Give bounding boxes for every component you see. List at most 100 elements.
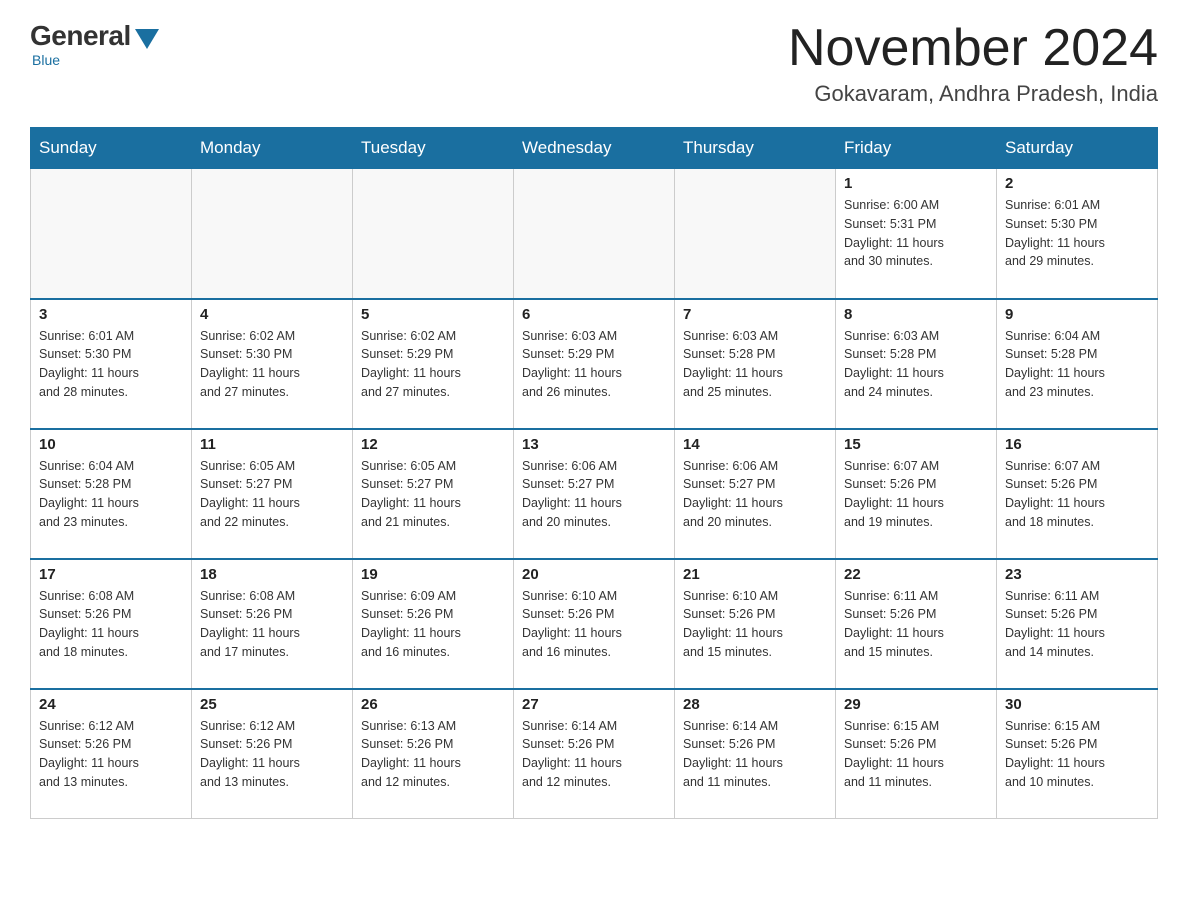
column-header-saturday: Saturday bbox=[997, 128, 1158, 169]
calendar-cell: 10 Sunrise: 6:04 AMSunset: 5:28 PMDayligh… bbox=[31, 429, 192, 559]
calendar-cell: 16 Sunrise: 6:07 AMSunset: 5:26 PMDayligh… bbox=[997, 429, 1158, 559]
column-header-wednesday: Wednesday bbox=[514, 128, 675, 169]
day-info: Sunrise: 6:01 AMSunset: 5:30 PMDaylight:… bbox=[39, 327, 183, 402]
day-info: Sunrise: 6:11 AMSunset: 5:26 PMDaylight:… bbox=[844, 587, 988, 662]
calendar-cell: 22 Sunrise: 6:11 AMSunset: 5:26 PMDayligh… bbox=[836, 559, 997, 689]
day-number: 17 bbox=[39, 566, 183, 583]
calendar-cell: 29 Sunrise: 6:15 AMSunset: 5:26 PMDayligh… bbox=[836, 689, 997, 819]
calendar-cell: 4Sunrise: 6:02 AMSunset: 5:30 PMDaylight… bbox=[192, 299, 353, 429]
day-number: 26 bbox=[361, 696, 505, 713]
calendar-cell: 9 Sunrise: 6:04 AMSunset: 5:28 PMDaylight… bbox=[997, 299, 1158, 429]
calendar-week-row: 10 Sunrise: 6:04 AMSunset: 5:28 PMDayligh… bbox=[31, 429, 1158, 559]
day-number: 30 bbox=[1005, 696, 1149, 713]
day-number: 22 bbox=[844, 566, 988, 583]
calendar-cell: 3 Sunrise: 6:01 AMSunset: 5:30 PMDaylight… bbox=[31, 299, 192, 429]
calendar-cell: 15 Sunrise: 6:07 AMSunset: 5:26 PMDayligh… bbox=[836, 429, 997, 559]
calendar-cell: 26 Sunrise: 6:13 AMSunset: 5:26 PMDayligh… bbox=[353, 689, 514, 819]
calendar-cell: 7 Sunrise: 6:03 AMSunset: 5:28 PMDaylight… bbox=[675, 299, 836, 429]
calendar-cell: 21 Sunrise: 6:10 AMSunset: 5:26 PMDayligh… bbox=[675, 559, 836, 689]
calendar-cell: 24 Sunrise: 6:12 AMSunset: 5:26 PMDayligh… bbox=[31, 689, 192, 819]
day-number: 28 bbox=[683, 696, 827, 713]
day-number: 18 bbox=[200, 566, 344, 583]
location-title: Gokavaram, Andhra Pradesh, India bbox=[788, 81, 1158, 107]
day-number: 7 bbox=[683, 306, 827, 323]
day-number: 8 bbox=[844, 306, 988, 323]
calendar-table: SundayMondayTuesdayWednesdayThursdayFrid… bbox=[30, 127, 1158, 819]
calendar-cell: 2 Sunrise: 6:01 AMSunset: 5:30 PMDaylight… bbox=[997, 169, 1158, 299]
day-info: Sunrise: 6:15 AMSunset: 5:26 PMDaylight:… bbox=[1005, 717, 1149, 792]
day-number: 3 bbox=[39, 306, 183, 323]
calendar-cell bbox=[675, 169, 836, 299]
day-info: Sunrise: 6:01 AMSunset: 5:30 PMDaylight:… bbox=[1005, 196, 1149, 271]
calendar-header-row: SundayMondayTuesdayWednesdayThursdayFrid… bbox=[31, 128, 1158, 169]
calendar-cell bbox=[31, 169, 192, 299]
calendar-cell: 18Sunrise: 6:08 AMSunset: 5:26 PMDayligh… bbox=[192, 559, 353, 689]
day-number: 6 bbox=[522, 306, 666, 323]
calendar-cell: 17Sunrise: 6:08 AMSunset: 5:26 PMDayligh… bbox=[31, 559, 192, 689]
month-title: November 2024 bbox=[788, 20, 1158, 77]
day-number: 15 bbox=[844, 436, 988, 453]
day-info: Sunrise: 6:06 AMSunset: 5:27 PMDaylight:… bbox=[683, 457, 827, 532]
day-number: 24 bbox=[39, 696, 183, 713]
day-info: Sunrise: 6:07 AMSunset: 5:26 PMDaylight:… bbox=[1005, 457, 1149, 532]
calendar-cell: 19Sunrise: 6:09 AMSunset: 5:26 PMDayligh… bbox=[353, 559, 514, 689]
calendar-cell: 13Sunrise: 6:06 AMSunset: 5:27 PMDayligh… bbox=[514, 429, 675, 559]
calendar-cell: 1Sunrise: 6:00 AMSunset: 5:31 PMDaylight… bbox=[836, 169, 997, 299]
calendar-week-row: 1Sunrise: 6:00 AMSunset: 5:31 PMDaylight… bbox=[31, 169, 1158, 299]
column-header-monday: Monday bbox=[192, 128, 353, 169]
day-info: Sunrise: 6:13 AMSunset: 5:26 PMDaylight:… bbox=[361, 717, 505, 792]
day-info: Sunrise: 6:12 AMSunset: 5:26 PMDaylight:… bbox=[200, 717, 344, 792]
title-area: November 2024 Gokavaram, Andhra Pradesh,… bbox=[788, 20, 1158, 107]
calendar-cell: 14 Sunrise: 6:06 AMSunset: 5:27 PMDayligh… bbox=[675, 429, 836, 559]
calendar-cell: 25 Sunrise: 6:12 AMSunset: 5:26 PMDayligh… bbox=[192, 689, 353, 819]
column-header-friday: Friday bbox=[836, 128, 997, 169]
day-info: Sunrise: 6:00 AMSunset: 5:31 PMDaylight:… bbox=[844, 196, 988, 271]
day-number: 2 bbox=[1005, 175, 1149, 192]
logo-general-text: General bbox=[30, 20, 131, 52]
logo-triangle-icon bbox=[135, 29, 159, 49]
day-info: Sunrise: 6:03 AMSunset: 5:28 PMDaylight:… bbox=[683, 327, 827, 402]
calendar-cell: 8 Sunrise: 6:03 AMSunset: 5:28 PMDaylight… bbox=[836, 299, 997, 429]
day-info: Sunrise: 6:15 AMSunset: 5:26 PMDaylight:… bbox=[844, 717, 988, 792]
calendar-cell: 20Sunrise: 6:10 AMSunset: 5:26 PMDayligh… bbox=[514, 559, 675, 689]
day-number: 5 bbox=[361, 306, 505, 323]
day-info: Sunrise: 6:12 AMSunset: 5:26 PMDaylight:… bbox=[39, 717, 183, 792]
calendar-cell: 6 Sunrise: 6:03 AMSunset: 5:29 PMDaylight… bbox=[514, 299, 675, 429]
day-number: 16 bbox=[1005, 436, 1149, 453]
calendar-cell: 30 Sunrise: 6:15 AMSunset: 5:26 PMDayligh… bbox=[997, 689, 1158, 819]
calendar-cell: 11Sunrise: 6:05 AMSunset: 5:27 PMDayligh… bbox=[192, 429, 353, 559]
calendar-cell bbox=[192, 169, 353, 299]
day-info: Sunrise: 6:10 AMSunset: 5:26 PMDaylight:… bbox=[522, 587, 666, 662]
calendar-cell: 12Sunrise: 6:05 AMSunset: 5:27 PMDayligh… bbox=[353, 429, 514, 559]
day-info: Sunrise: 6:02 AMSunset: 5:29 PMDaylight:… bbox=[361, 327, 505, 402]
day-info: Sunrise: 6:04 AMSunset: 5:28 PMDaylight:… bbox=[39, 457, 183, 532]
calendar-week-row: 3 Sunrise: 6:01 AMSunset: 5:30 PMDaylight… bbox=[31, 299, 1158, 429]
day-number: 21 bbox=[683, 566, 827, 583]
day-number: 29 bbox=[844, 696, 988, 713]
calendar-week-row: 17Sunrise: 6:08 AMSunset: 5:26 PMDayligh… bbox=[31, 559, 1158, 689]
day-number: 4 bbox=[200, 306, 344, 323]
day-info: Sunrise: 6:07 AMSunset: 5:26 PMDaylight:… bbox=[844, 457, 988, 532]
calendar-cell: 23Sunrise: 6:11 AMSunset: 5:26 PMDayligh… bbox=[997, 559, 1158, 689]
calendar-week-row: 24 Sunrise: 6:12 AMSunset: 5:26 PMDayligh… bbox=[31, 689, 1158, 819]
day-number: 25 bbox=[200, 696, 344, 713]
day-number: 27 bbox=[522, 696, 666, 713]
calendar-cell: 27 Sunrise: 6:14 AMSunset: 5:26 PMDayligh… bbox=[514, 689, 675, 819]
logo: General Blue bbox=[30, 20, 159, 68]
day-info: Sunrise: 6:06 AMSunset: 5:27 PMDaylight:… bbox=[522, 457, 666, 532]
day-info: Sunrise: 6:10 AMSunset: 5:26 PMDaylight:… bbox=[683, 587, 827, 662]
column-header-tuesday: Tuesday bbox=[353, 128, 514, 169]
day-info: Sunrise: 6:14 AMSunset: 5:26 PMDaylight:… bbox=[522, 717, 666, 792]
day-number: 10 bbox=[39, 436, 183, 453]
day-info: Sunrise: 6:03 AMSunset: 5:29 PMDaylight:… bbox=[522, 327, 666, 402]
day-number: 14 bbox=[683, 436, 827, 453]
day-number: 23 bbox=[1005, 566, 1149, 583]
day-number: 11 bbox=[200, 436, 344, 453]
day-number: 9 bbox=[1005, 306, 1149, 323]
day-info: Sunrise: 6:04 AMSunset: 5:28 PMDaylight:… bbox=[1005, 327, 1149, 402]
column-header-sunday: Sunday bbox=[31, 128, 192, 169]
calendar-cell bbox=[514, 169, 675, 299]
day-info: Sunrise: 6:09 AMSunset: 5:26 PMDaylight:… bbox=[361, 587, 505, 662]
day-info: Sunrise: 6:03 AMSunset: 5:28 PMDaylight:… bbox=[844, 327, 988, 402]
column-header-thursday: Thursday bbox=[675, 128, 836, 169]
